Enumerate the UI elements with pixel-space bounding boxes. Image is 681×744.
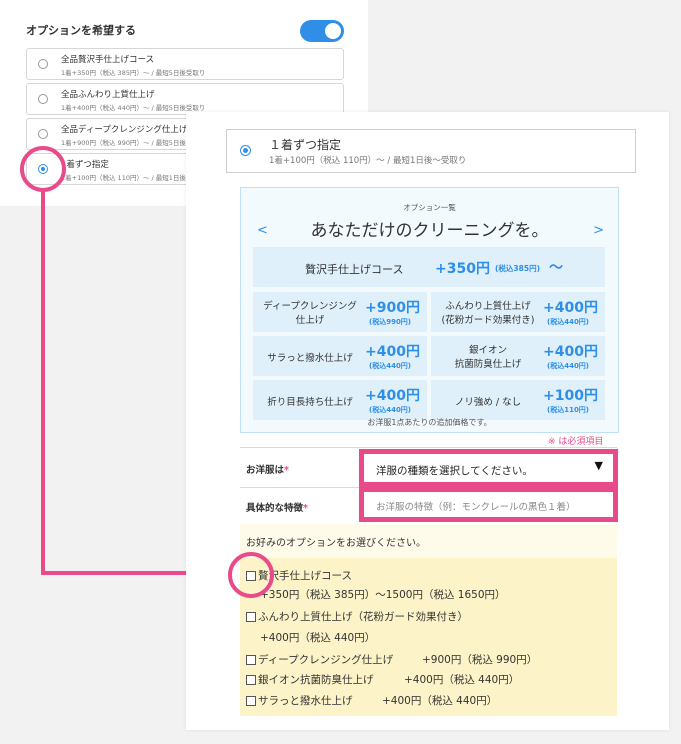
option-name: 1着ずつ指定 — [61, 160, 109, 170]
price-card-price: +400円 — [365, 344, 420, 360]
checkbox-luxury-price: +350円（税込 385円）〜1500円（税込 1650円） — [260, 589, 506, 601]
clothing-type-label: お洋服は* — [246, 465, 289, 476]
highlight-circle-radio — [20, 146, 66, 192]
checkbox-silver-ion-price: +400円（税込 440円） — [404, 674, 520, 686]
connector-line-horizontal — [41, 571, 204, 575]
clothing-type-select[interactable]: 洋服の種類を選択してください。 ▼ — [359, 449, 618, 487]
price-card-price: +350円 — [435, 261, 490, 277]
option-radio-full-fluffy[interactable]: 全品ふんわり上質仕上げ 1着+400円（税込 440円）〜 / 最短5日後受取り — [26, 83, 344, 115]
option-detail: 1着+400円（税込 440円）〜 / 最短5日後受取り — [61, 104, 206, 112]
option-prompt-text: お好みのオプションをお選びください。 — [246, 538, 426, 549]
radio-icon[interactable] — [38, 59, 48, 69]
radio-selected-icon[interactable] — [240, 145, 251, 156]
option-detail: 1着+350円（税込 385円）〜 / 最短5日後受取り — [61, 69, 206, 77]
price-card-label: 折り目長持ち仕上げ — [267, 397, 353, 408]
price-card-label: 贅沢手仕上げコース — [305, 263, 404, 276]
checkbox-icon[interactable] — [246, 655, 256, 665]
price-card-label: ふんわり上質仕上げ (花粉ガード効果付き) — [441, 301, 535, 326]
option-prompt-row: お好みのオプションをお選びください。 — [240, 524, 617, 558]
option-price-carousel: オプション一覧 あなただけのクリーニングを。 < > 贅沢手仕上げコース +35… — [240, 187, 619, 433]
price-card-silver-ion: 銀イオン 抗菌防臭仕上げ +400円 (税込440円) — [431, 336, 605, 376]
price-card-suffix: 〜 — [549, 260, 563, 276]
price-note: お洋服1点あたりの追加価格です。 — [367, 418, 492, 427]
price-card-starch: ノリ強め / なし +100円 (税込110円) — [431, 380, 605, 420]
highlight-circle-checkbox — [228, 552, 274, 598]
option-name: 全品贅沢手仕上げコース — [61, 55, 155, 65]
checkbox-deep-cleansing-price: +900円（税込 990円） — [422, 654, 538, 666]
checkbox-water-repellent[interactable]: サラっと撥水仕上げ — [246, 693, 353, 708]
price-card-label: ディープクレンジング 仕上げ — [263, 301, 357, 326]
price-card-tax: (税込110円) — [547, 406, 590, 414]
option-detail: 1着+900円（税込 990円）〜 / 最短5日後受取り — [61, 139, 206, 147]
option-name: 全品ディープクレンジング仕上げ — [61, 125, 188, 135]
option-name: １着ずつ指定 — [269, 138, 342, 152]
features-input[interactable]: お洋服の特徴（例：モンクレールの黒色１着） — [359, 487, 618, 522]
selected-option-per-item[interactable]: １着ずつ指定 1着+100円（税込 110円）〜 / 最短1日後〜受取り — [226, 129, 636, 173]
checkbox-icon[interactable] — [246, 612, 256, 622]
radio-icon[interactable] — [38, 129, 48, 139]
checkbox-fluffy-price: +400円（税込 440円） — [260, 632, 376, 644]
price-card-price: +400円 — [543, 344, 598, 360]
checkbox-fluffy[interactable]: ふんわり上質仕上げ（花粉ガード効果付き） — [246, 609, 468, 624]
option-checkbox-list: 贅沢手仕上げコース +350円（税込 385円）〜1500円（税込 1650円）… — [240, 558, 617, 716]
features-placeholder: お洋服の特徴（例：モンクレールの黒色１着） — [376, 502, 576, 513]
dropdown-triangle-icon: ▼ — [594, 459, 603, 472]
price-card-water-repellent: サラっと撥水仕上げ +400円 (税込440円) — [253, 336, 427, 376]
carousel-headline: あなただけのクリーニングを。 — [310, 221, 549, 241]
price-card-tax: (税込990円) — [369, 318, 412, 326]
checkbox-deep-cleansing[interactable]: ディープクレンジング仕上げ — [246, 652, 393, 667]
option-name: 全品ふんわり上質仕上げ — [61, 90, 155, 100]
checkbox-water-repellent-price: +400円（税込 440円） — [382, 695, 498, 707]
toggle-knob — [325, 23, 341, 39]
checkbox-icon[interactable] — [246, 696, 256, 706]
price-card-price: +900円 — [365, 300, 420, 316]
price-card-label: サラっと撥水仕上げ — [267, 353, 353, 364]
price-card-fluffy: ふんわり上質仕上げ (花粉ガード効果付き) +400円 (税込440円) — [431, 292, 605, 332]
price-card-deep-cleansing: ディープクレンジング 仕上げ +900円 (税込990円) — [253, 292, 427, 332]
connector-line-vertical — [41, 191, 45, 575]
option-toggle-label: オプションを希望する — [26, 24, 136, 37]
price-card-luxury: 贅沢手仕上げコース +350円 (税込385円) 〜 — [253, 247, 605, 287]
price-card-price: +400円 — [543, 300, 598, 316]
required-note: ※ は必須項目 — [548, 437, 604, 447]
carousel-subtitle: オプション一覧 — [403, 203, 456, 212]
features-label: 具体的な特徴* — [246, 503, 308, 514]
price-card-tax: (税込440円) — [547, 318, 590, 326]
price-card-label: ノリ強め / なし — [454, 397, 522, 408]
checkbox-silver-ion[interactable]: 銀イオン抗菌防臭仕上げ — [246, 672, 374, 687]
option-toggle[interactable] — [300, 20, 344, 42]
select-value: 洋服の種類を選択してください。 — [376, 465, 533, 477]
option-radio-full-luxury[interactable]: 全品贅沢手仕上げコース 1着+350円（税込 385円）〜 / 最短5日後受取り — [26, 48, 344, 80]
price-card-tax: (税込440円) — [369, 362, 412, 370]
option-detail: 1着+100円（税込 110円）〜 / 最短1日後受取り — [61, 174, 206, 182]
carousel-next-button[interactable]: > — [593, 223, 604, 238]
price-card-tax: (税込440円) — [369, 406, 412, 414]
option-detail: 1着+100円（税込 110円）〜 / 最短1日後〜受取り — [269, 156, 467, 166]
price-card-tax: (税込385円) — [495, 264, 541, 273]
price-card-crease: 折り目長持ち仕上げ +400円 (税込440円) — [253, 380, 427, 420]
price-card-price: +400円 — [365, 388, 420, 404]
checkbox-icon[interactable] — [246, 675, 256, 685]
price-card-label: 銀イオン 抗菌防臭仕上げ — [454, 345, 522, 370]
price-card-price: +100円 — [543, 388, 598, 404]
carousel-prev-button[interactable]: < — [257, 223, 268, 238]
price-card-tax: (税込440円) — [547, 362, 590, 370]
radio-icon[interactable] — [38, 94, 48, 104]
